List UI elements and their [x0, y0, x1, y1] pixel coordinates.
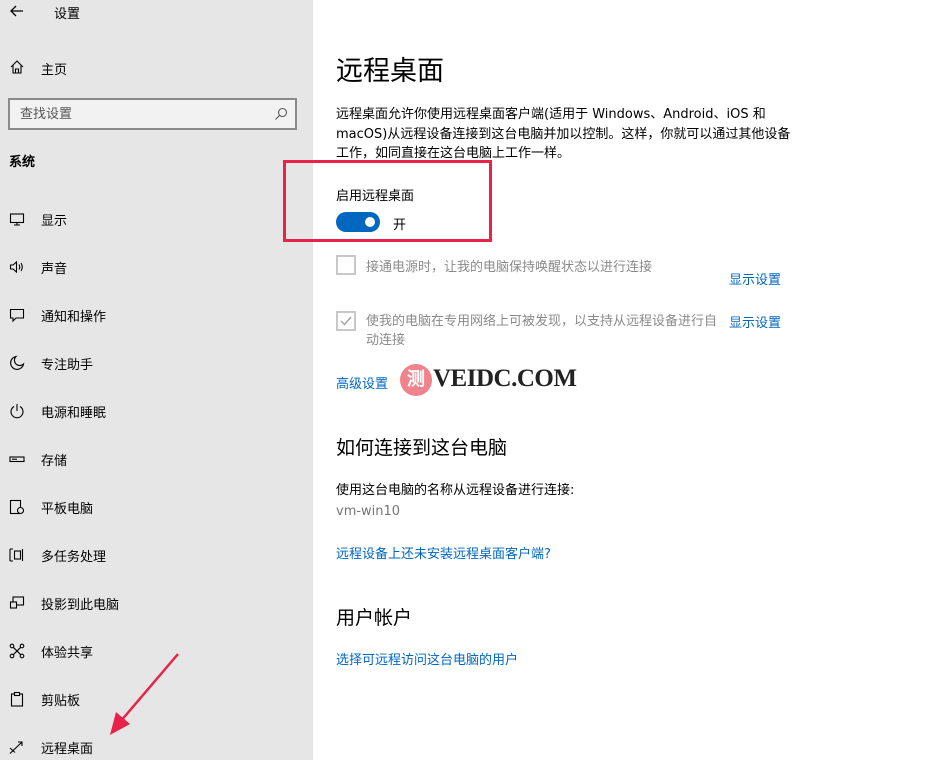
sidebar-item-label: 主页: [41, 63, 68, 78]
clipboard-icon: [10, 691, 24, 707]
user-accounts-heading: 用户帐户: [336, 607, 413, 629]
show-settings-link-power[interactable]: 显示设置: [729, 269, 781, 288]
power-icon: [10, 404, 24, 419]
back-arrow-icon: [10, 5, 23, 17]
title-bar: 设置: [0, 0, 313, 24]
multitask-icon: [9, 548, 24, 562]
sidebar-item-storage[interactable]: 存储: [0, 442, 313, 490]
search-box[interactable]: [8, 98, 297, 130]
sidebar-item-sound[interactable]: 声音: [0, 250, 313, 298]
sidebar-item-project[interactable]: 投影到此电脑: [0, 586, 313, 634]
window-title: 设置: [54, 7, 81, 22]
sidebar-item-focus-assist[interactable]: 专注助手: [0, 346, 313, 394]
storage-icon: [9, 456, 25, 463]
advanced-settings-link[interactable]: 高级设置: [336, 373, 388, 392]
sidebar-item-notifications[interactable]: 通知和操作: [0, 298, 313, 346]
watermark-logo: 测 VEIDC.COM: [400, 362, 577, 398]
annotation-arrow-icon: [110, 653, 179, 735]
sidebar-item-label: 通知和操作: [41, 310, 107, 325]
sidebar-item-label: 投影到此电脑: [41, 598, 120, 613]
highlight-box: [283, 160, 492, 242]
monitor-icon: [9, 213, 25, 226]
connect-description: 使用这台电脑的名称从远程设备进行连接:: [336, 483, 575, 498]
project-icon: [9, 596, 25, 609]
tablet-icon: [9, 499, 25, 515]
remote-desktop-icon: [9, 741, 23, 754]
sidebar-item-label: 存储: [41, 454, 68, 469]
discoverable-label: 使我的电脑在专用网络上可被发现，以支持从远程设备进行自动连接: [366, 314, 718, 348]
search-input[interactable]: [20, 105, 260, 123]
select-users-link[interactable]: 选择可远程访问这台电脑的用户: [336, 649, 518, 668]
sidebar-item-label: 显示: [41, 214, 68, 229]
home-icon: [10, 60, 24, 74]
sidebar-item-label: 声音: [41, 262, 68, 277]
keep-awake-checkbox[interactable]: [336, 255, 356, 275]
share-icon: [9, 643, 25, 659]
how-to-connect-heading: 如何连接到这台电脑: [336, 437, 508, 459]
speaker-icon: [9, 260, 23, 274]
sidebar-item-label: 体验共享: [41, 646, 94, 661]
moon-icon: [10, 355, 25, 370]
sidebar-item-display[interactable]: 显示: [0, 202, 313, 250]
sidebar-item-home[interactable]: 主页: [0, 50, 313, 84]
sidebar-item-multitasking[interactable]: 多任务处理: [0, 538, 313, 586]
back-button[interactable]: [6, 1, 30, 23]
discoverable-checkbox[interactable]: [336, 311, 356, 331]
checkmark-icon: [340, 316, 352, 326]
page-description: 远程桌面允许你使用远程桌面客户端(适用于 Windows、Android、iOS…: [336, 107, 791, 161]
sidebar: 设置 主页 系统 显示 声音: [0, 0, 313, 760]
sidebar-item-label: 电源和睡眠: [41, 406, 107, 421]
watermark-badge: 测: [400, 364, 432, 396]
sidebar-item-label: 专注助手: [41, 358, 94, 373]
watermark-text: VEIDC.COM: [433, 365, 577, 392]
sidebar-item-tablet[interactable]: 平板电脑: [0, 490, 313, 538]
keep-awake-label: 接通电源时，让我的电脑保持唤醒状态以进行连接: [366, 260, 653, 275]
sidebar-item-label: 剪贴板: [41, 694, 81, 709]
section-label: 系统: [9, 155, 36, 170]
page-title: 远程桌面: [336, 56, 444, 87]
pc-name: vm-win10: [336, 504, 401, 519]
notification-icon: [9, 308, 25, 323]
sidebar-item-label: 远程桌面: [41, 742, 94, 757]
sidebar-item-label: 多任务处理: [41, 550, 107, 565]
sidebar-item-power[interactable]: 电源和睡眠: [0, 394, 313, 442]
show-settings-link-network[interactable]: 显示设置: [729, 312, 781, 331]
search-icon[interactable]: [274, 107, 288, 121]
no-client-link[interactable]: 远程设备上还未安装远程桌面客户端?: [336, 543, 551, 562]
sidebar-item-label: 平板电脑: [41, 502, 94, 517]
